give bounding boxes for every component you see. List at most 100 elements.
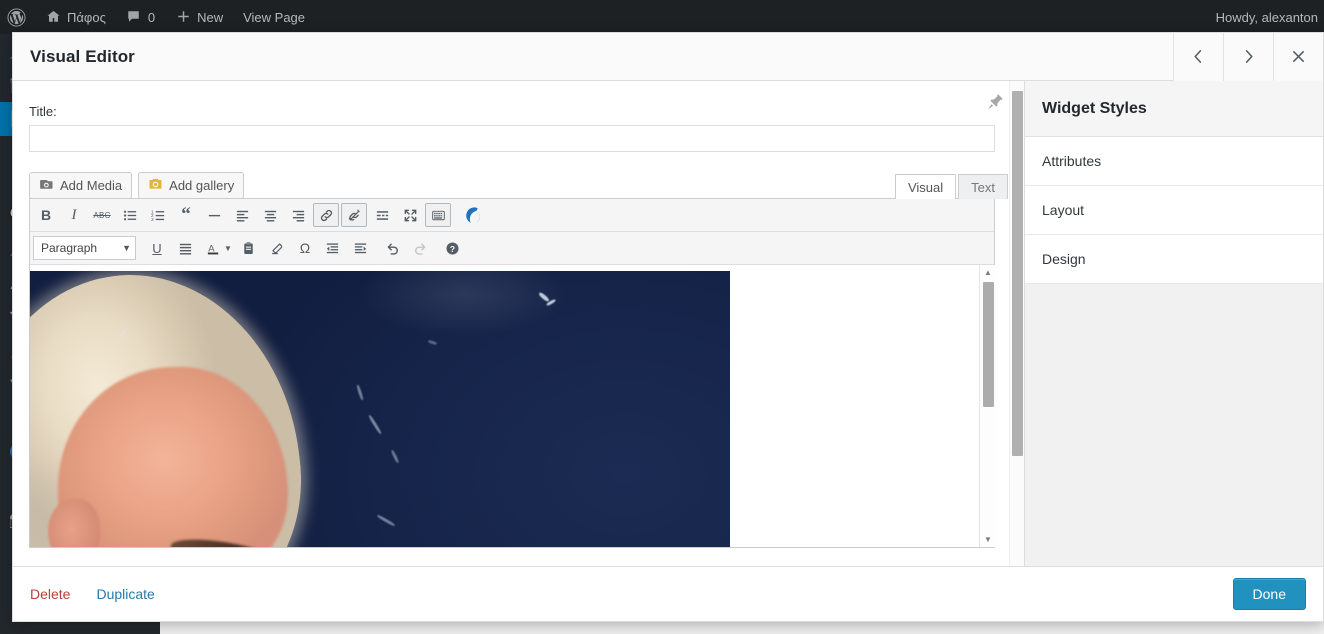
modal-scrollbar[interactable] xyxy=(1009,81,1024,566)
editor-content-scrollbar[interactable]: ▲ ▼ xyxy=(979,265,996,547)
remove-link-icon[interactable] xyxy=(341,203,367,227)
tab-visual[interactable]: Visual xyxy=(894,174,957,199)
widget-styles-panel: Widget Styles Attributes Layout Design xyxy=(1025,81,1323,566)
align-center-icon[interactable] xyxy=(257,203,283,227)
add-media-button[interactable]: Add Media xyxy=(29,172,133,199)
modal-header-buttons xyxy=(1173,32,1323,81)
tab-text[interactable]: Text xyxy=(958,174,1008,199)
new-label: New xyxy=(197,9,224,25)
bulleted-list-icon[interactable] xyxy=(117,203,143,227)
underline-icon[interactable]: U xyxy=(144,236,170,260)
modal-footer: Delete Duplicate Done xyxy=(13,566,1323,621)
media-camera-icon xyxy=(39,177,54,195)
close-button[interactable] xyxy=(1273,32,1323,81)
panel-section-layout[interactable]: Layout xyxy=(1025,186,1323,235)
title-input[interactable] xyxy=(29,125,995,152)
close-icon xyxy=(1291,49,1306,64)
image-fleck xyxy=(367,414,383,435)
scroll-thumb[interactable] xyxy=(983,282,994,407)
image-fleck xyxy=(427,339,438,346)
done-button[interactable]: Done xyxy=(1232,578,1306,610)
redo-icon[interactable] xyxy=(408,236,434,260)
page-bottom-strip xyxy=(0,622,1324,634)
new-content-menu[interactable]: New xyxy=(165,0,233,34)
account-menu[interactable]: Howdy, alexanton xyxy=(1206,0,1324,34)
editor-content-iframe[interactable]: ▲ ▼ xyxy=(30,265,996,547)
pushpin-icon[interactable] xyxy=(985,92,1005,112)
howdy-label: Howdy, alexanton xyxy=(1215,9,1318,25)
editor-mode-tabs: Visual Text xyxy=(893,174,1008,199)
indent-icon[interactable] xyxy=(348,236,374,260)
image-fleck xyxy=(390,449,400,464)
undo-icon[interactable] xyxy=(380,236,406,260)
page-title: Visual Editor xyxy=(30,46,135,66)
text-color-icon[interactable]: A xyxy=(200,236,226,260)
panel-empty-area xyxy=(1025,284,1323,566)
next-button[interactable] xyxy=(1223,32,1273,81)
horizontal-rule-icon[interactable] xyxy=(201,203,227,227)
paste-as-text-icon[interactable] xyxy=(236,236,262,260)
modal-header: Visual Editor xyxy=(13,32,1323,81)
strikethrough-icon[interactable]: ABC xyxy=(89,203,115,227)
site-name-menu[interactable]: Πάφος xyxy=(35,0,116,34)
align-left-icon[interactable] xyxy=(229,203,255,227)
special-character-icon[interactable]: Ω xyxy=(292,236,318,260)
toolbar-row-2: Paragraph ▼ U A ▼ Ω ? xyxy=(30,232,994,265)
justify-icon[interactable] xyxy=(172,236,198,260)
chevron-down-icon: ▼ xyxy=(122,243,131,253)
delete-link[interactable]: Delete xyxy=(30,586,70,602)
fullscreen-icon[interactable] xyxy=(397,203,423,227)
scroll-up-arrow-icon[interactable]: ▲ xyxy=(980,265,996,280)
italic-icon[interactable]: I xyxy=(61,203,87,227)
numbered-list-icon[interactable]: 123 xyxy=(145,203,171,227)
add-media-label: Add Media xyxy=(60,178,123,193)
previous-button[interactable] xyxy=(1173,32,1223,81)
gallery-camera-icon xyxy=(148,177,163,195)
format-select-value: Paragraph xyxy=(41,241,98,255)
clear-formatting-icon[interactable] xyxy=(264,236,290,260)
add-gallery-label: Add gallery xyxy=(169,178,235,193)
comments-count: 0 xyxy=(147,9,156,25)
tinymce-editor: B I ABC 123 “ Paragraph ▼ U A ▼ Ω ? ▲ ▼ xyxy=(29,198,996,548)
read-more-icon[interactable] xyxy=(369,203,395,227)
view-page-label: View Page xyxy=(243,9,306,25)
svg-text:?: ? xyxy=(450,243,455,253)
outdent-icon[interactable] xyxy=(320,236,346,260)
bold-icon[interactable]: B xyxy=(33,203,59,227)
svg-text:A: A xyxy=(208,243,215,253)
scroll-down-arrow-icon[interactable]: ▼ xyxy=(980,532,996,547)
blockquote-icon[interactable]: “ xyxy=(173,203,199,227)
comment-bubble-icon xyxy=(126,9,142,25)
comments-menu[interactable]: 0 xyxy=(116,0,165,34)
align-right-icon[interactable] xyxy=(285,203,311,227)
chevron-right-icon xyxy=(1241,49,1256,64)
plugin-moon-icon[interactable] xyxy=(461,203,487,227)
site-name-label: Πάφος xyxy=(67,9,106,25)
svg-text:3: 3 xyxy=(151,217,154,222)
media-row: Add Media Add gallery Visual Text xyxy=(29,171,1008,199)
visual-editor-modal: Visual Editor Title: Add Media Add galle… xyxy=(12,32,1324,622)
view-page-link[interactable]: View Page xyxy=(233,0,315,34)
add-gallery-button[interactable]: Add gallery xyxy=(138,172,245,199)
title-label: Title: xyxy=(29,104,57,119)
image-ear-region xyxy=(48,499,100,547)
modal-scroll-thumb[interactable] xyxy=(1012,91,1023,456)
toolbar-row-1: B I ABC 123 “ xyxy=(30,199,994,232)
panel-section-design[interactable]: Design xyxy=(1025,235,1323,284)
wordpress-logo-icon[interactable] xyxy=(0,0,35,34)
editor-inner: Title: Add Media Add gallery Visual Text… xyxy=(13,81,1024,548)
home-icon xyxy=(45,9,61,25)
image-fleck xyxy=(356,384,364,401)
text-color-chevron-down-icon[interactable]: ▼ xyxy=(224,244,232,253)
keyboard-shortcuts-help-icon[interactable]: ? xyxy=(440,236,466,260)
editor-column: Title: Add Media Add gallery Visual Text… xyxy=(13,81,1025,566)
admin-bar[interactable]: Πάφος 0 New View Page Howdy, alexanton xyxy=(0,0,1324,34)
panel-section-attributes[interactable]: Attributes xyxy=(1025,137,1323,186)
insert-link-icon[interactable] xyxy=(313,203,339,227)
image-fleck xyxy=(376,514,396,527)
chevron-left-icon xyxy=(1191,49,1206,64)
content-image[interactable] xyxy=(30,271,730,547)
duplicate-link[interactable]: Duplicate xyxy=(96,586,154,602)
toolbar-toggle-icon[interactable] xyxy=(425,203,451,227)
format-select[interactable]: Paragraph ▼ xyxy=(33,236,136,260)
